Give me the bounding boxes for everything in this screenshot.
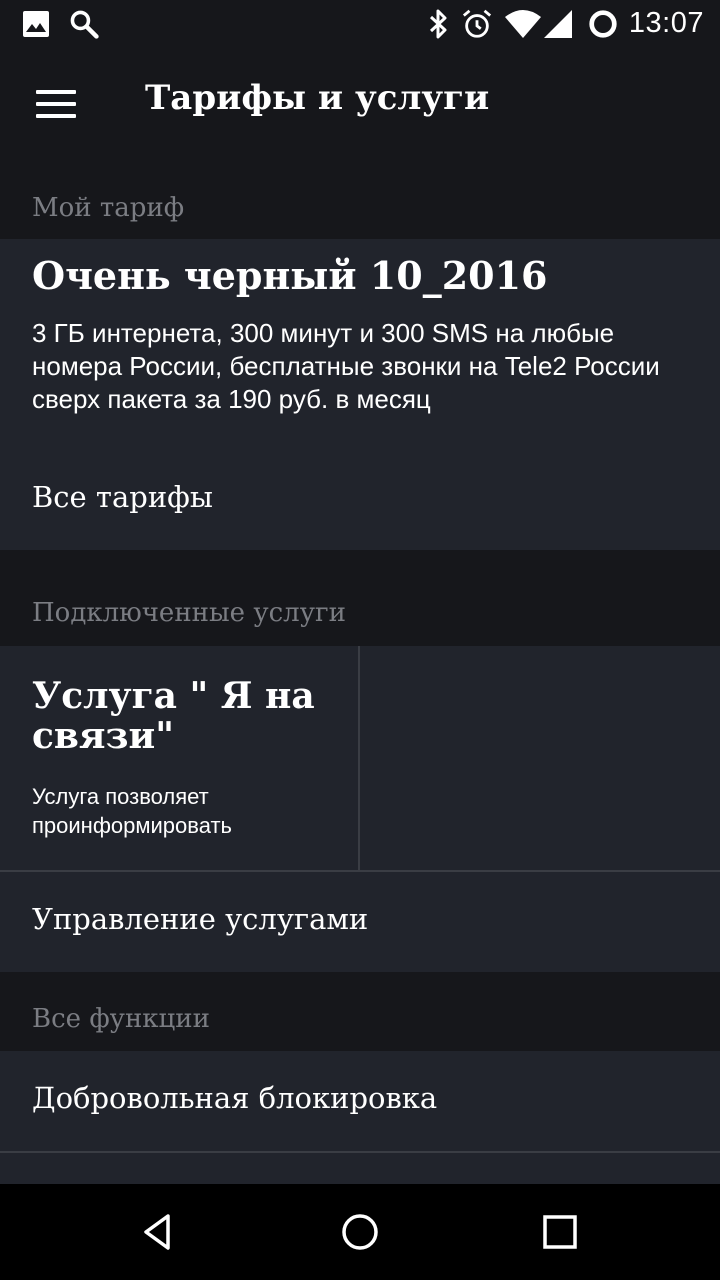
manage-services-button[interactable]: Управление услугами	[0, 872, 720, 972]
connected-services-header-label: Подключенные услуги	[32, 598, 346, 628]
tariff-description: 3 ГБ интернета, 300 минут и 300 SMS на л…	[32, 318, 660, 414]
my-tariff-section-header: Мой тариф	[0, 160, 720, 239]
signal-icon	[544, 10, 572, 38]
all-tariffs-button[interactable]: Все тарифы	[0, 450, 720, 550]
page-title: Тарифы и услуги	[145, 78, 490, 118]
alarm-icon	[462, 9, 492, 38]
wifi-icon	[505, 10, 541, 38]
all-functions-section-header: Все функции	[0, 972, 720, 1051]
tariff-name[interactable]: Очень черный 10_2016	[32, 253, 547, 298]
all-functions-card: Добровольная блокировка	[0, 1051, 720, 1184]
status-bar: 13:07	[0, 0, 720, 48]
my-tariff-card: Очень черный 10_2016 3 ГБ интернета, 300…	[0, 239, 720, 550]
home-icon[interactable]	[336, 1208, 384, 1256]
all-tariffs-label: Все тарифы	[32, 480, 213, 514]
connected-services-section-header: Подключенные услуги	[0, 550, 720, 646]
hamburger-menu-icon[interactable]	[24, 76, 88, 132]
recents-icon[interactable]	[536, 1208, 584, 1256]
voluntary-block-button[interactable]: Добровольная блокировка	[0, 1051, 720, 1151]
connected-services-card: Услуга " Я на связи" Услуга позволяет пр…	[0, 646, 720, 972]
app-bar: Тарифы и услуги	[0, 48, 720, 160]
functions-divider	[0, 1151, 720, 1153]
function-item-label: Добровольная блокировка	[32, 1081, 438, 1115]
service-description: Услуга позволяет проинформировать	[32, 784, 233, 838]
all-functions-header-label: Все функции	[32, 1004, 210, 1034]
back-icon[interactable]	[136, 1208, 184, 1256]
bluetooth-icon	[429, 9, 447, 39]
image-icon	[23, 11, 49, 37]
service-tile-ya-na-svyazi[interactable]: Услуга " Я на связи" Услуга позволяет пр…	[0, 646, 358, 870]
search-icon	[70, 10, 99, 39]
sync-icon	[589, 10, 617, 38]
status-time: 13:07	[628, 7, 704, 39]
manage-services-label: Управление услугами	[32, 902, 369, 936]
my-tariff-header-label: Мой тариф	[32, 193, 185, 223]
service-title: Услуга " Я на связи"	[32, 675, 315, 757]
service-tile-divider	[358, 646, 360, 870]
navigation-bar	[0, 1184, 720, 1280]
